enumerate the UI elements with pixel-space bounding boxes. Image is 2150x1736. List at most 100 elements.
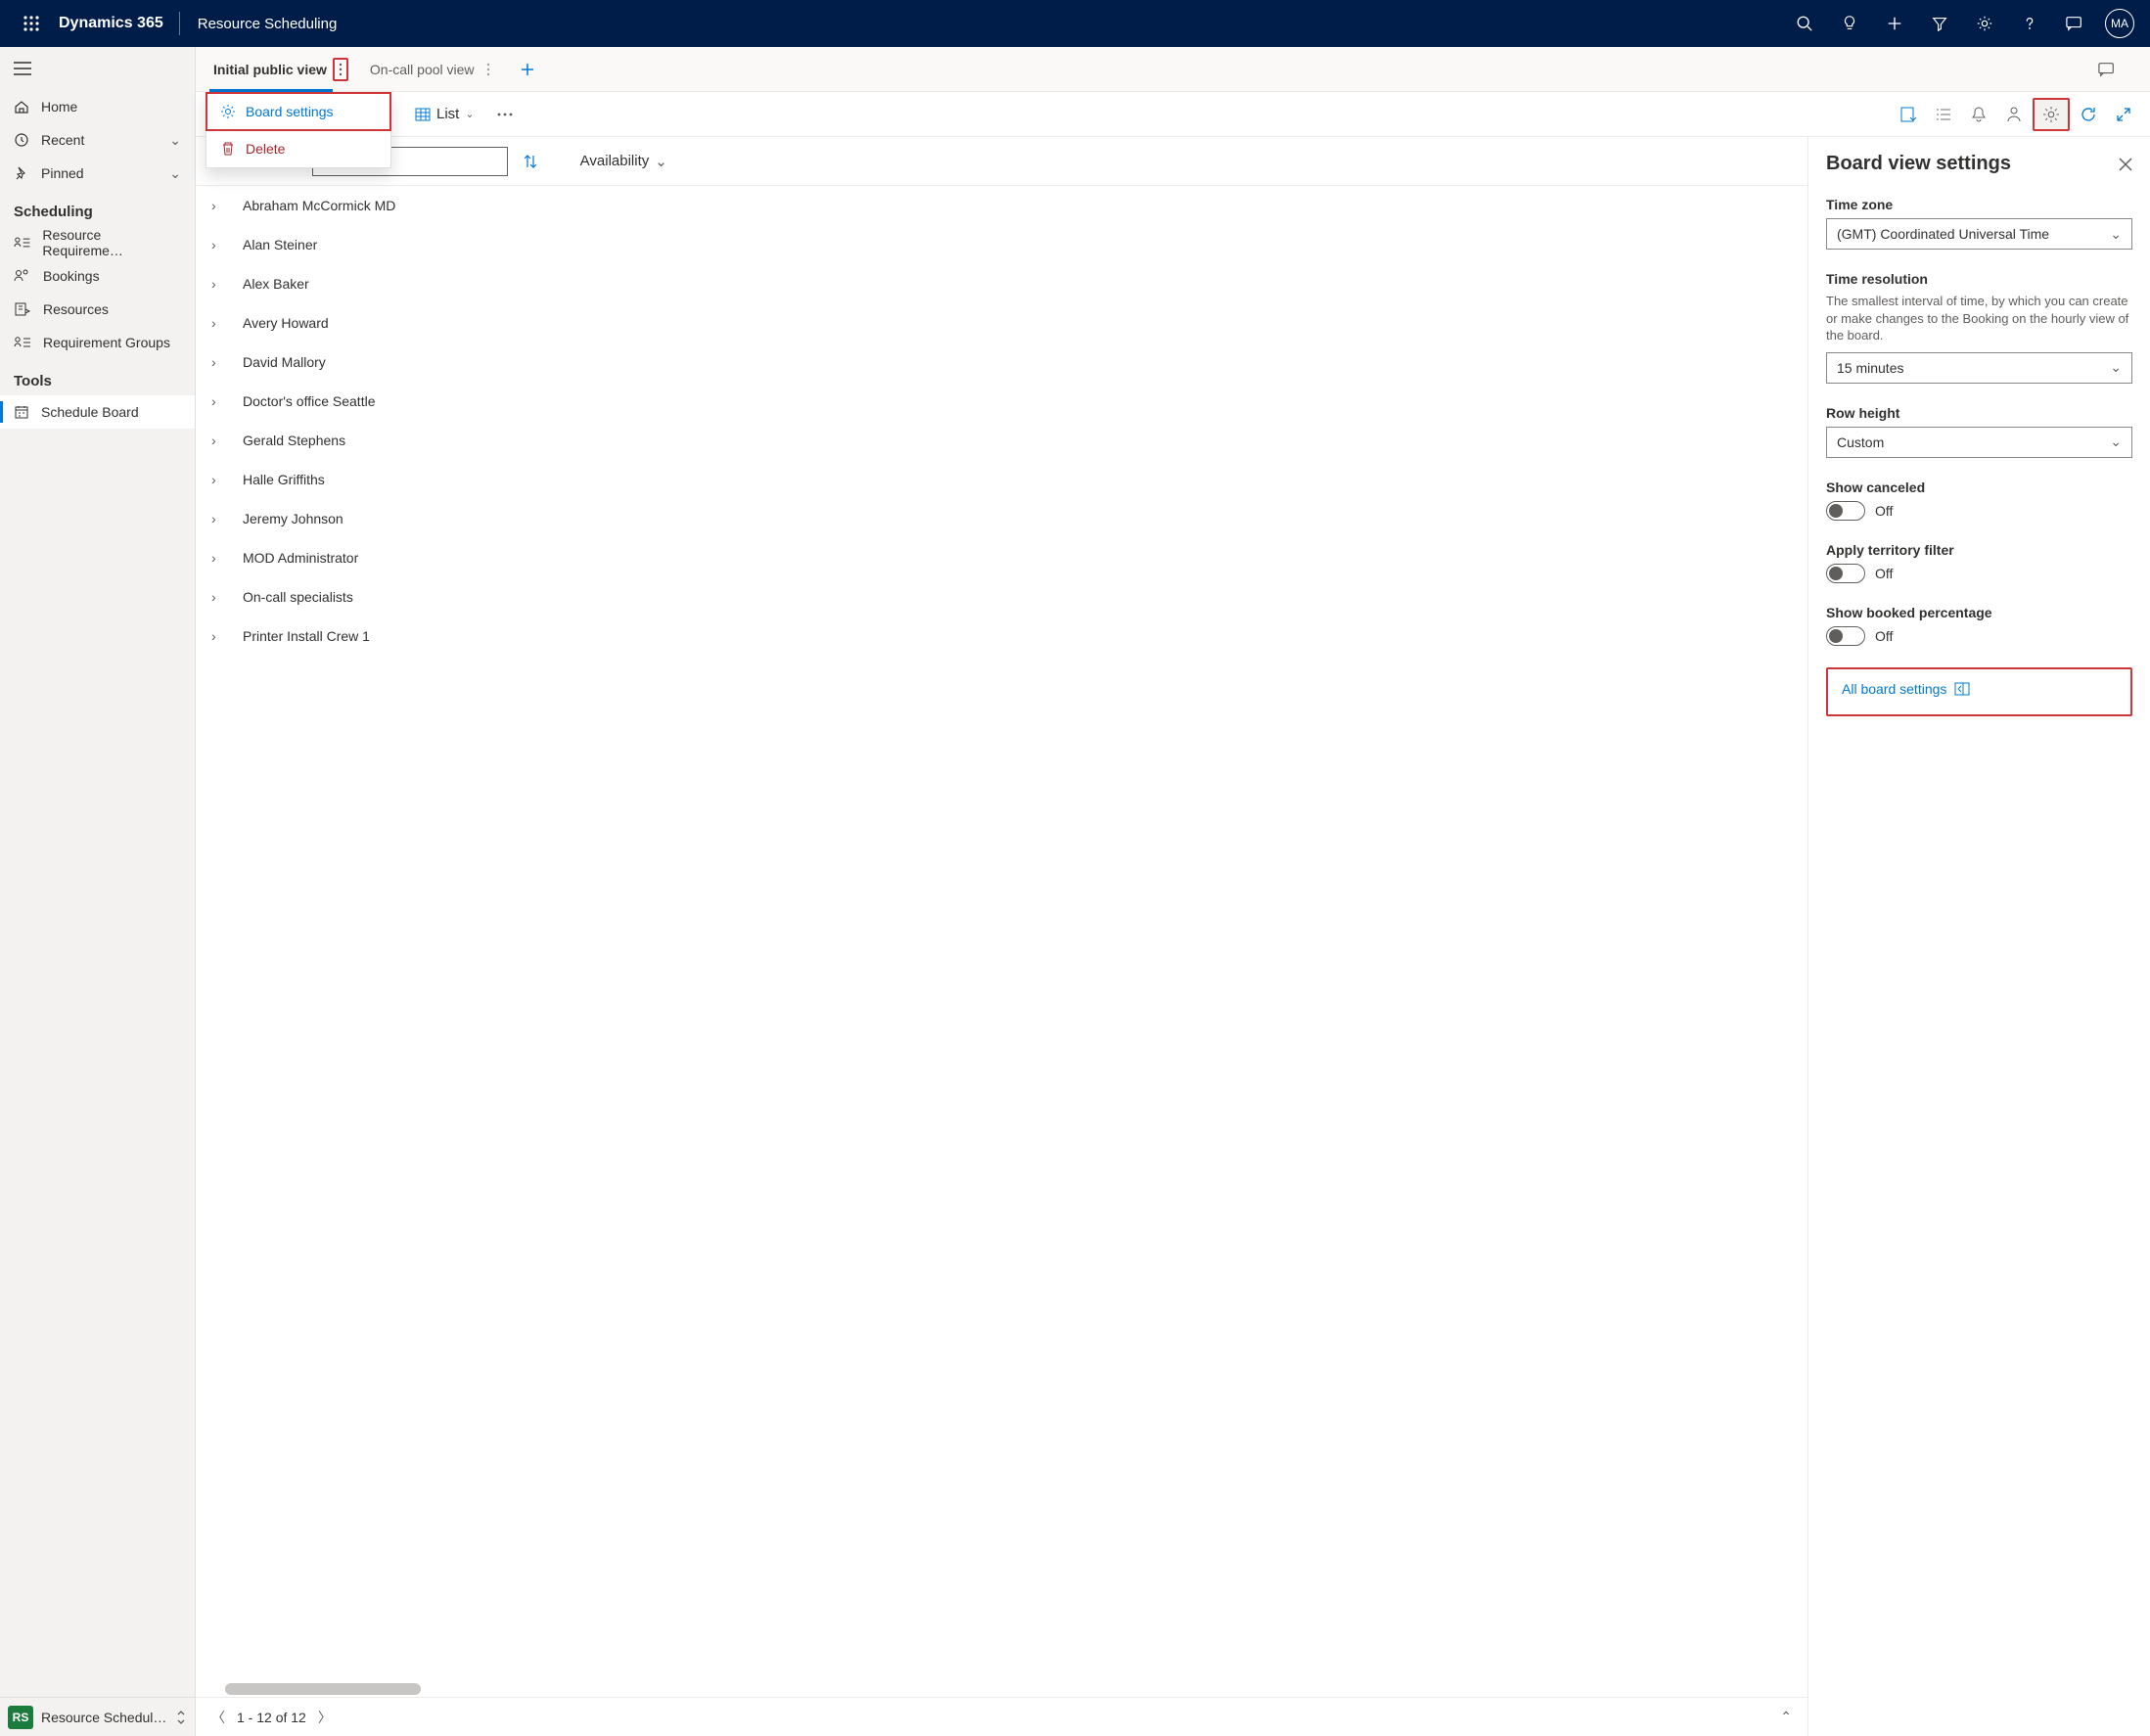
next-page-button[interactable]: 〉 <box>318 1708 332 1727</box>
nav-resource-requirements[interactable]: Resource Requireme… <box>0 226 195 259</box>
gear-icon <box>1976 15 1993 32</box>
tab-on-call-pool-view[interactable]: On-call pool view <box>366 48 500 91</box>
brand-title[interactable]: Dynamics 365 <box>55 15 179 32</box>
filter-button[interactable] <box>1917 0 1962 47</box>
expand-button[interactable] <box>2107 98 2140 131</box>
notifications-button[interactable] <box>1962 98 1995 131</box>
expand-row-icon[interactable]: › <box>211 550 227 566</box>
resource-row[interactable]: ›Doctor's office Seattle <box>196 382 1807 421</box>
tab-label: Initial public view <box>213 62 327 77</box>
nav-requirement-groups[interactable]: Requirement Groups <box>0 326 195 359</box>
expand-row-icon[interactable]: › <box>211 198 227 213</box>
people-list-icon <box>14 335 31 350</box>
nav-collapse-toggle[interactable] <box>0 47 195 90</box>
area-switcher[interactable]: RS Resource Schedul… <box>0 1697 195 1736</box>
search-button[interactable] <box>1782 0 1827 47</box>
tab-more-button[interactable] <box>480 58 496 81</box>
resource-row[interactable]: › Jeremy Johnson <box>196 499 1807 538</box>
field-label: Row height <box>1826 405 2132 421</box>
expand-row-icon[interactable]: › <box>211 237 227 252</box>
resource-row[interactable]: ›On-call specialists <box>196 577 1807 617</box>
nav-bookings[interactable]: Bookings <box>0 259 195 293</box>
field-row-height: Row height Custom ⌄ <box>1826 405 2132 458</box>
resource-row[interactable]: ›Avery Howard <box>196 303 1807 343</box>
nav-group-tools: Tools <box>0 359 195 395</box>
assistant-button[interactable] <box>2052 0 2097 47</box>
prev-page-button[interactable]: 〈 <box>211 1708 225 1727</box>
resource-row[interactable]: ›Printer Install Crew 1 <box>196 617 1807 656</box>
show-canceled-toggle[interactable] <box>1826 501 1865 521</box>
expand-row-icon[interactable]: › <box>211 589 227 605</box>
lightbulb-button[interactable] <box>1827 0 1872 47</box>
add-button[interactable] <box>1872 0 1917 47</box>
refresh-button[interactable] <box>2072 98 2105 131</box>
expand-row-icon[interactable]: › <box>211 354 227 370</box>
resource-row[interactable]: › Alan Steiner <box>196 225 1807 264</box>
select-value: (GMT) Coordinated Universal Time <box>1837 226 2049 242</box>
resource-name: Alex Baker <box>243 276 309 292</box>
more-vertical-icon <box>339 63 343 76</box>
menu-board-settings[interactable]: Board settings <box>206 93 390 130</box>
panel-title: Board view settings <box>1826 153 2011 175</box>
field-time-resolution: Time resolution The smallest interval of… <box>1826 271 2132 384</box>
time-resolution-select[interactable]: 15 minutes ⌄ <box>1826 352 2132 384</box>
user-avatar[interactable]: MA <box>2105 9 2134 38</box>
resource-row[interactable]: ›Abraham McCormick MD <box>196 186 1807 225</box>
pin-icon <box>14 165 29 181</box>
toggle-state: Off <box>1875 503 1893 519</box>
resource-name: Alan Steiner <box>243 237 317 252</box>
resource-row[interactable]: ›MOD Administrator <box>196 538 1807 577</box>
add-tab-button[interactable] <box>514 52 541 87</box>
bell-icon <box>1971 106 1987 123</box>
plus-icon <box>520 62 535 77</box>
help-button[interactable] <box>2007 0 2052 47</box>
filter-panel-button[interactable] <box>1892 98 1925 131</box>
expand-row-icon[interactable]: › <box>211 276 227 292</box>
resource-row[interactable]: › Alex Baker <box>196 264 1807 303</box>
chevron-down-icon: ⌄ <box>465 108 474 120</box>
availability-sort[interactable]: Availability ⌄ <box>580 153 667 170</box>
nav-resources[interactable]: Resources <box>0 293 195 326</box>
app-launcher[interactable] <box>8 16 55 31</box>
menu-delete[interactable]: Delete <box>206 130 390 167</box>
resource-row[interactable]: ›David Mallory <box>196 343 1807 382</box>
tab-more-button[interactable] <box>333 58 348 81</box>
expand-row-icon[interactable]: › <box>211 433 227 448</box>
nav-schedule-board[interactable]: Schedule Board <box>0 395 195 429</box>
territory-toggle[interactable] <box>1826 564 1865 583</box>
nav-pinned[interactable]: Pinned ⌄ <box>0 157 195 190</box>
row-height-select[interactable]: Custom ⌄ <box>1826 427 2132 458</box>
field-label: Time resolution <box>1826 271 2132 287</box>
expand-row-icon[interactable]: › <box>211 315 227 331</box>
expand-row-icon[interactable]: › <box>211 511 227 526</box>
select-value: Custom <box>1837 434 1884 450</box>
view-list-button[interactable]: List ⌄ <box>407 98 482 131</box>
close-panel-button[interactable] <box>2119 158 2132 171</box>
resource-name: Jeremy Johnson <box>243 511 343 526</box>
avatar-initials: MA <box>2111 17 2128 30</box>
list-panel-button[interactable] <box>1927 98 1960 131</box>
resource-name: Halle Griffiths <box>243 472 325 487</box>
all-board-settings-link[interactable]: All board settings <box>1832 673 1980 705</box>
chat-panel-button[interactable] <box>2097 61 2136 78</box>
settings-button[interactable] <box>1962 0 2007 47</box>
refresh-icon <box>2080 106 2097 123</box>
collapse-panel-button[interactable]: ⌃ <box>1780 1709 1792 1725</box>
nav-home[interactable]: Home <box>0 90 195 123</box>
expand-row-icon[interactable]: › <box>211 393 227 409</box>
more-commands-button[interactable] <box>488 98 522 131</box>
time-zone-select[interactable]: (GMT) Coordinated Universal Time ⌄ <box>1826 218 2132 250</box>
person-button[interactable] <box>1997 98 2031 131</box>
nav-recent[interactable]: Recent ⌄ <box>0 123 195 157</box>
horizontal-scrollbar[interactable] <box>225 1683 421 1695</box>
nav-pinned-label: Pinned <box>41 165 84 181</box>
expand-row-icon[interactable]: › <box>211 472 227 487</box>
resource-row[interactable]: › Halle Griffiths <box>196 460 1807 499</box>
tab-initial-public-view[interactable]: Initial public view <box>209 48 352 91</box>
expand-row-icon[interactable]: › <box>211 628 227 644</box>
board-settings-button[interactable] <box>2033 98 2070 131</box>
booked-pct-toggle[interactable] <box>1826 626 1865 646</box>
sort-icon-button[interactable] <box>524 154 537 169</box>
chevron-down-icon: ⌄ <box>169 165 181 182</box>
resource-row[interactable]: ›Gerald Stephens <box>196 421 1807 460</box>
